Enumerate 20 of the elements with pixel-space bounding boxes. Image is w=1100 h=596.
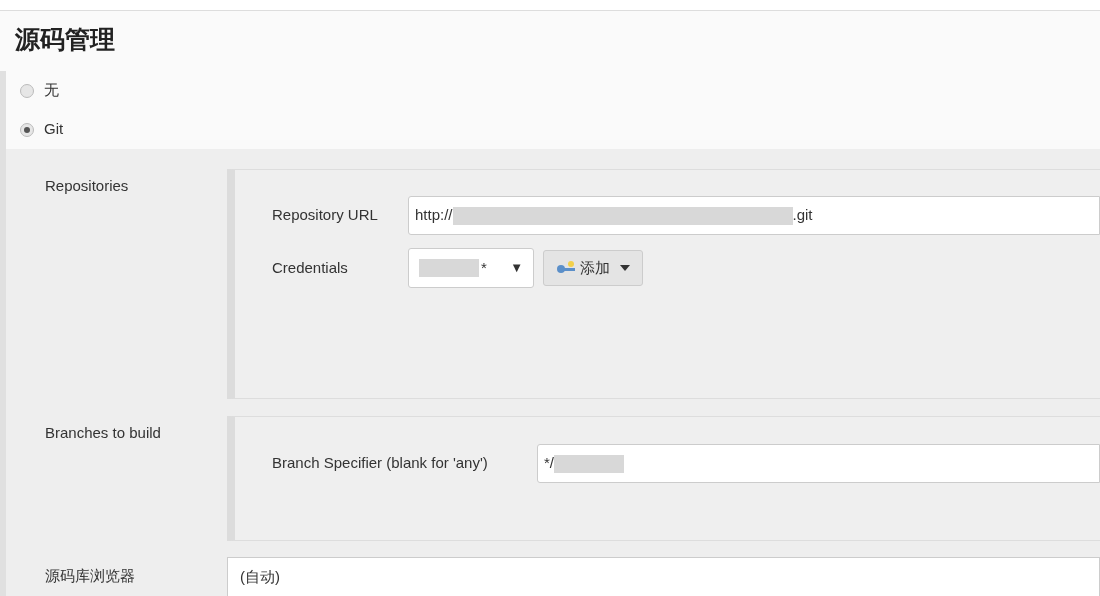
field-label: Branch Specifier (blank for 'any') bbox=[271, 453, 489, 474]
section-title: 源码管理 bbox=[15, 24, 116, 55]
repository-url-field[interactable]: http:// .git bbox=[408, 196, 1100, 235]
redacted-text bbox=[554, 454, 624, 473]
radio-button[interactable] bbox=[20, 122, 34, 137]
browser-select[interactable]: (自动) bbox=[227, 557, 1100, 596]
redacted-text bbox=[419, 259, 479, 277]
radio-label: Git bbox=[44, 119, 64, 140]
field-label: Repositories bbox=[44, 176, 130, 196]
add-button[interactable]: 添加 bbox=[543, 250, 643, 286]
field-label: Credentials bbox=[271, 257, 349, 278]
field-label: Repository URL bbox=[271, 205, 379, 226]
field-label: 源码库浏览器 bbox=[44, 566, 136, 586]
radio-label: 无 bbox=[44, 80, 59, 101]
credentials-select[interactable]: * ▼ bbox=[408, 248, 534, 288]
branch-specifier-field[interactable]: */ bbox=[537, 444, 1100, 483]
caret-icon bbox=[620, 265, 630, 271]
radio-button[interactable] bbox=[20, 83, 34, 98]
key-icon bbox=[556, 261, 576, 275]
field-label: Branches to build bbox=[44, 423, 162, 443]
